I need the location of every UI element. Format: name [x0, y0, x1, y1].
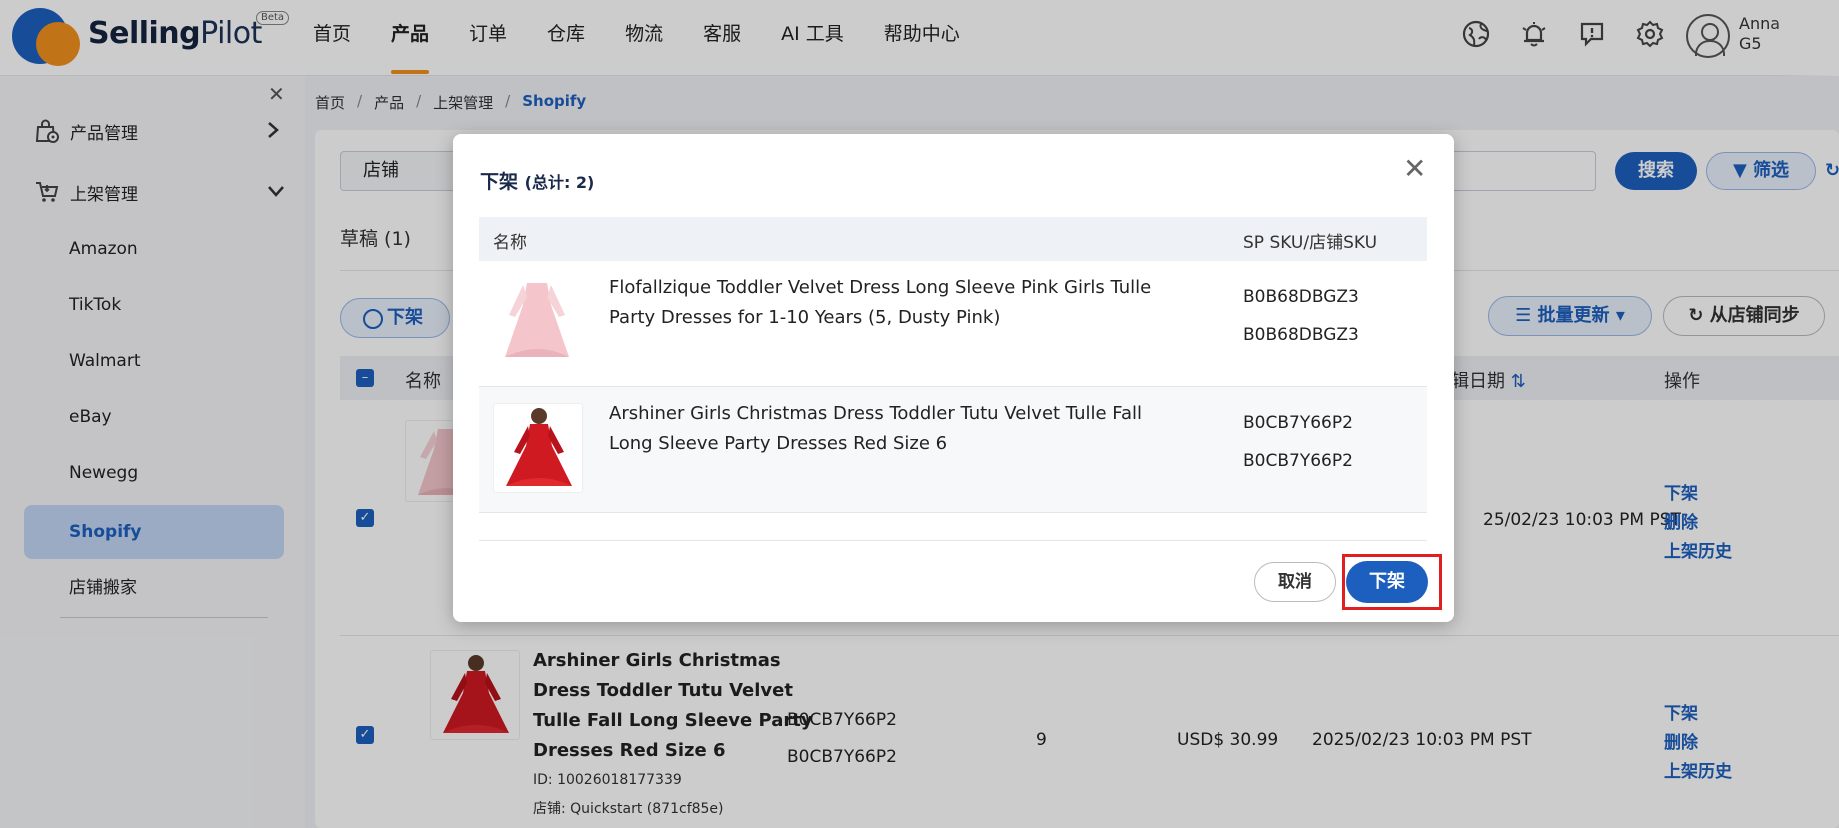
modal-divider	[479, 540, 1427, 541]
modal-header-sku: SP SKU/店铺SKU	[1243, 233, 1378, 253]
modal-list-item: Arshiner Girls Christmas Dress Toddler T…	[479, 387, 1427, 513]
product-image	[493, 273, 581, 365]
confirm-delist-button[interactable]: 下架	[1346, 561, 1428, 603]
modal-title: 下架 (总计: 2)	[480, 171, 595, 193]
modal-list-item: Flofallzique Toddler Velvet Dress Long S…	[479, 261, 1427, 387]
cancel-button[interactable]: 取消	[1254, 562, 1336, 602]
product-image	[493, 403, 583, 493]
modal-product-name: Arshiner Girls Christmas Dress Toddler T…	[609, 403, 1143, 454]
modal-store-sku: B0B68DBGZ3	[1243, 325, 1359, 345]
modal-header-name: 名称	[493, 233, 527, 253]
modal-store-sku: B0CB7Y66P2	[1243, 451, 1353, 471]
modal-count: (总计: 2)	[524, 173, 595, 192]
close-icon[interactable]: ✕	[1403, 154, 1426, 184]
modal-table-header: 名称 SP SKU/店铺SKU	[479, 217, 1427, 261]
modal-sp-sku: B0B68DBGZ3	[1243, 287, 1359, 307]
delist-modal: 下架 (总计: 2) ✕ 名称 SP SKU/店铺SKU Flofallziqu…	[453, 134, 1454, 622]
modal-product-name: Flofallzique Toddler Velvet Dress Long S…	[609, 277, 1152, 328]
modal-sp-sku: B0CB7Y66P2	[1243, 413, 1353, 433]
